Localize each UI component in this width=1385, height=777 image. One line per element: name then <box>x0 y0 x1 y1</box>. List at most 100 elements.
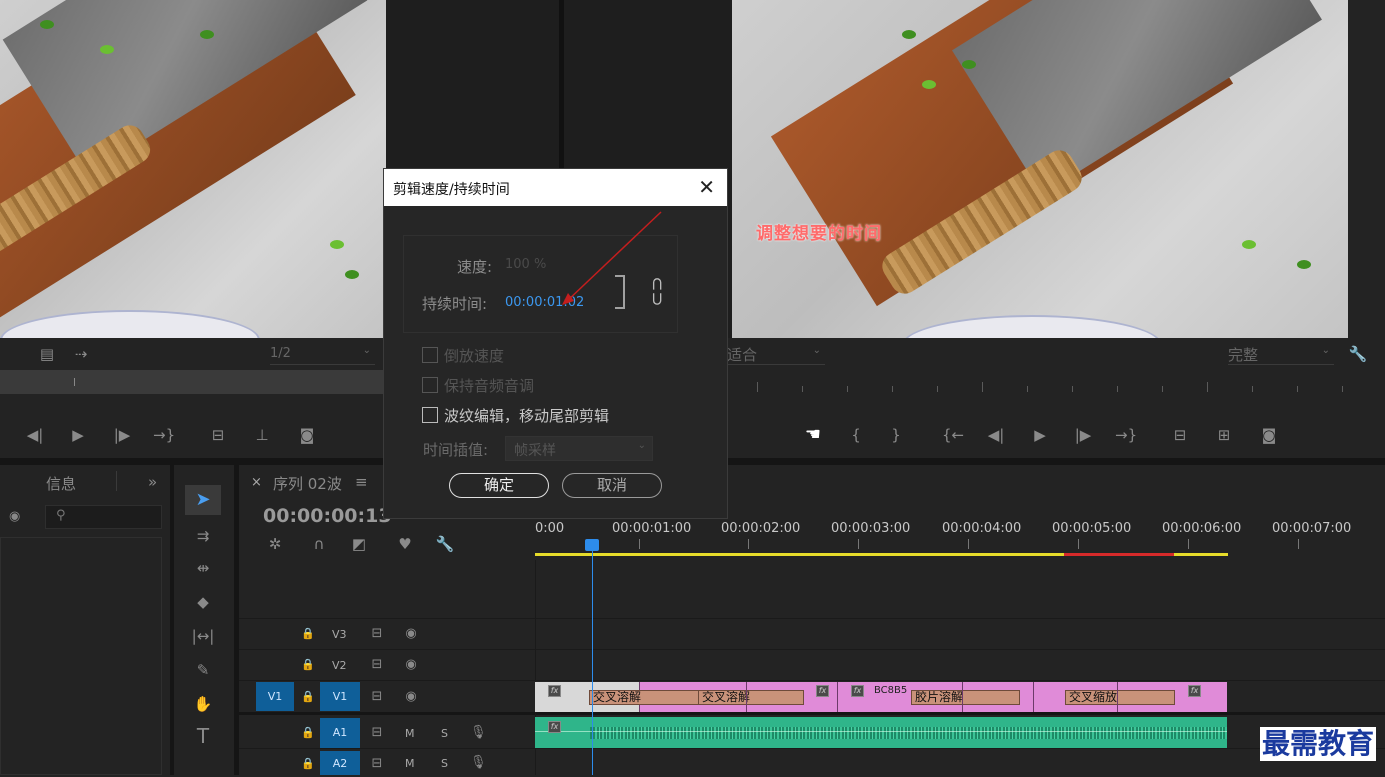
step-forward-icon[interactable]: |▶ <box>112 426 132 444</box>
duration-label: 持续时间: <box>422 295 488 313</box>
pen-icon[interactable]: ✎ <box>192 661 214 679</box>
nest-icon[interactable]: ✲ <box>265 535 285 553</box>
go-to-in-icon[interactable]: {← <box>942 426 964 444</box>
selection-tool-icon[interactable]: ➤ <box>185 485 221 515</box>
go-to-out-icon[interactable]: →} <box>153 426 175 444</box>
lock-icon[interactable]: 🔒 <box>300 724 316 742</box>
step-back-icon[interactable]: ◀| <box>986 426 1006 444</box>
search-icon: ⚲ <box>56 508 66 523</box>
timeline-ruler[interactable]: 0:00 00:00:01:00 00:00:02:00 00:00:03:00… <box>535 515 1385 560</box>
transition-cross-zoom[interactable]: 交叉缩放 <box>1065 690 1175 705</box>
transition-film-dissolve[interactable]: 胶片溶解 <box>911 690 1020 705</box>
ripple-edit-label: 波纹编辑，移动尾部剪辑 <box>444 407 610 425</box>
watermark: 最需教育 <box>1260 727 1377 761</box>
type-icon[interactable]: T <box>192 726 214 746</box>
mark-in-icon[interactable]: { <box>848 426 864 444</box>
slip-icon[interactable]: |↔| <box>190 627 216 645</box>
microphone-icon[interactable]: 🎙 <box>470 754 487 772</box>
settings-wrench-icon[interactable]: 🔧 <box>435 535 455 553</box>
track-select-icon[interactable]: ⇉ <box>192 527 214 545</box>
source-resolution-dropdown[interactable]: 1/2 ⌄ <box>270 343 375 365</box>
marker-icon[interactable]: ♥ <box>395 535 415 553</box>
expand-panels-icon[interactable]: » <box>148 473 157 491</box>
clip-speed-dialog: 剪辑速度/持续时间 ✕ 速度: 100 % 持续时间: 00:00:01:02 … <box>384 169 727 518</box>
sync-lock-icon[interactable]: ⊟ <box>368 656 386 674</box>
sync-lock-icon[interactable]: ⊟ <box>368 625 386 643</box>
camera-icon[interactable]: ◙ <box>1258 426 1280 444</box>
play-icon[interactable]: ▶ <box>68 426 88 444</box>
eye-icon[interactable]: ◉ <box>402 656 420 674</box>
chevron-down-icon: ⌄ <box>812 345 821 356</box>
wrench-icon[interactable]: 🔧 <box>1348 345 1368 363</box>
eye-icon[interactable]: ◉ <box>9 509 20 524</box>
ruler-label: 00:00:02:00 <box>721 521 801 536</box>
insert-icon[interactable]: ⊟ <box>206 426 230 444</box>
eye-icon[interactable]: ◉ <box>402 625 420 643</box>
source-scrub-bar[interactable] <box>0 370 386 394</box>
mark-out-icon[interactable]: } <box>888 426 904 444</box>
chevron-down-icon: ⌄ <box>362 345 371 356</box>
filmstrip-icon[interactable]: ▤ <box>38 345 56 363</box>
razor-icon[interactable]: ◆ <box>192 593 214 611</box>
solo-button[interactable]: S <box>441 757 448 770</box>
reverse-speed-checkbox[interactable] <box>422 347 438 363</box>
ok-button[interactable]: 确定 <box>449 473 549 498</box>
sync-lock-icon[interactable]: ⊟ <box>368 724 386 742</box>
linked-selection-icon[interactable]: ◩ <box>349 535 369 553</box>
transition-cross-dissolve[interactable]: 交叉溶解 <box>589 690 699 705</box>
sync-lock-icon[interactable]: ⊟ <box>368 755 386 773</box>
mute-button[interactable]: M <box>405 727 415 740</box>
track-label-v3[interactable]: V3 <box>332 628 347 641</box>
overwrite-icon[interactable]: ⊥ <box>250 426 274 444</box>
go-to-out-icon[interactable]: →} <box>1115 426 1137 444</box>
search-input[interactable]: ⚲ <box>45 505 162 529</box>
lock-icon[interactable]: 🔒 <box>300 625 316 643</box>
ripple-edit-icon[interactable]: ⇹ <box>192 559 214 577</box>
sync-lock-icon[interactable]: ⊟ <box>368 688 386 706</box>
info-panel-title[interactable]: 信息 <box>46 473 76 494</box>
interpolation-dropdown[interactable]: 帧采样 ⌄ <box>505 436 653 461</box>
hand-cursor-icon: ☚ <box>804 424 822 445</box>
mute-button[interactable]: M <box>405 757 415 770</box>
track-label-a1[interactable]: A1 <box>320 718 360 748</box>
lock-icon[interactable]: 🔒 <box>300 688 316 706</box>
sequence-tab[interactable]: 序列 02波 <box>273 473 342 494</box>
play-icon[interactable]: ▶ <box>1030 426 1050 444</box>
current-time[interactable]: 00:00:00:13 <box>263 505 392 527</box>
tools-panel: ➤ ⇉ ⇹ ◆ |↔| ✎ ✋ T <box>174 465 234 775</box>
step-back-icon[interactable]: ◀| <box>25 426 45 444</box>
lock-icon[interactable]: 🔒 <box>300 656 316 674</box>
program-scrub-ruler[interactable] <box>732 370 1348 396</box>
lock-icon[interactable]: 🔒 <box>300 755 316 773</box>
maintain-pitch-checkbox[interactable] <box>422 377 438 393</box>
lift-icon[interactable]: ⊟ <box>1168 426 1192 444</box>
source-patch-v1[interactable]: V1 <box>256 682 294 711</box>
track-label-a2[interactable]: A2 <box>320 751 360 775</box>
close-icon[interactable]: × <box>251 475 262 490</box>
track-label-v2[interactable]: V2 <box>332 659 347 672</box>
transition-cross-dissolve[interactable]: 交叉溶解 <box>698 690 804 705</box>
solo-button[interactable]: S <box>441 727 448 740</box>
step-forward-icon[interactable]: |▶ <box>1073 426 1093 444</box>
annotation-arrow <box>562 211 662 305</box>
menu-icon[interactable]: ≡ <box>355 473 368 491</box>
audio-clip[interactable] <box>535 717 1227 748</box>
cancel-button[interactable]: 取消 <box>562 473 662 498</box>
ruler-label: 00:00:03:00 <box>831 521 911 536</box>
ripple-edit-checkbox[interactable] <box>422 407 438 423</box>
eye-icon[interactable]: ◉ <box>402 688 420 706</box>
program-fit-dropdown[interactable]: 适合 ⌄ <box>727 343 825 365</box>
track-label-v1[interactable]: V1 <box>320 682 360 711</box>
speed-input[interactable]: 100 % <box>505 257 546 272</box>
interpolation-label: 时间插值: <box>423 441 489 459</box>
drag-video-icon[interactable]: ⇢ <box>70 345 92 363</box>
hand-icon[interactable]: ✋ <box>192 695 214 713</box>
program-quality-dropdown[interactable]: 完整 ⌄ <box>1228 343 1334 365</box>
ruler-label: 00:00:01:00 <box>612 521 692 536</box>
reverse-speed-label: 倒放速度 <box>444 347 505 365</box>
extract-icon[interactable]: ⊞ <box>1212 426 1236 444</box>
close-icon[interactable]: ✕ <box>698 175 715 199</box>
microphone-icon[interactable]: 🎙 <box>470 724 487 742</box>
camera-icon[interactable]: ◙ <box>296 426 318 444</box>
snap-icon[interactable]: ∩ <box>309 535 329 553</box>
